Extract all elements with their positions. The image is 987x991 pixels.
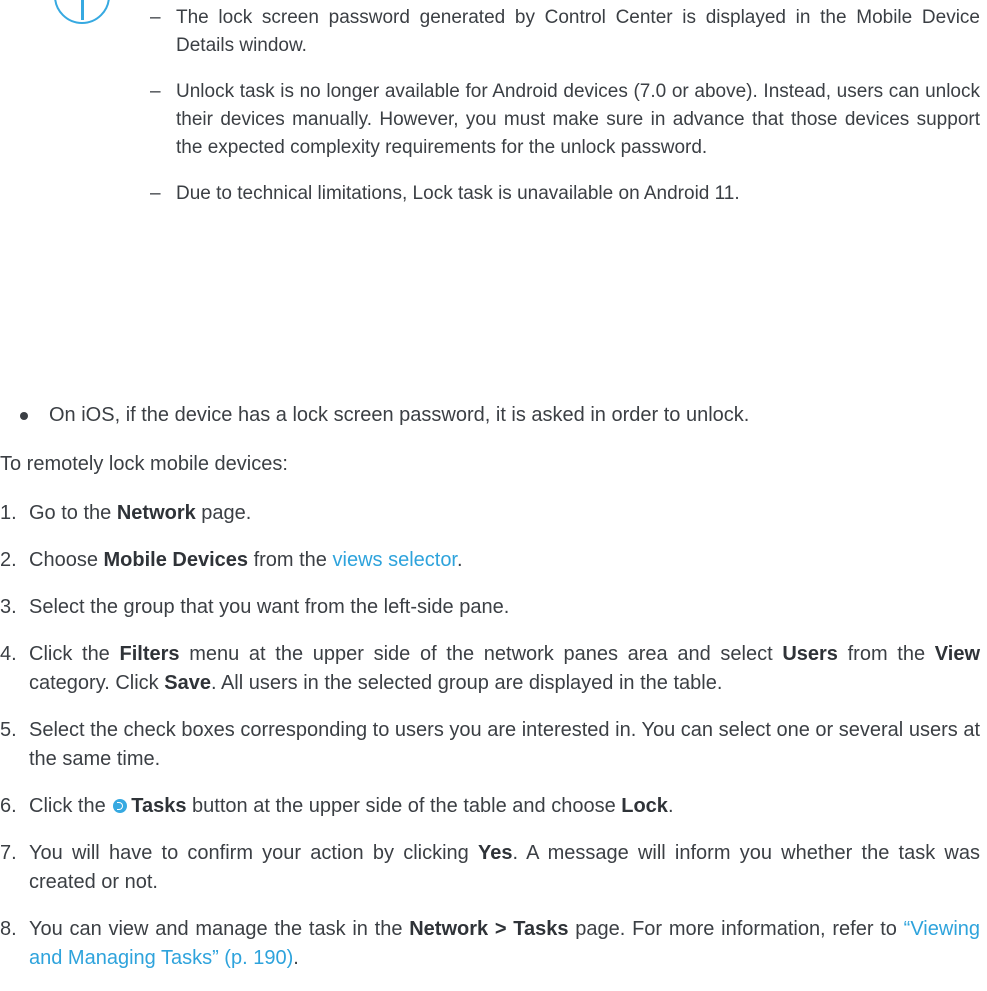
step-text: . (457, 549, 463, 571)
step-text: Click the (29, 643, 120, 665)
note-text: Due to technical limitations, Lock task … (176, 183, 740, 204)
step-7: 7. You will have to confirm your action … (0, 839, 980, 897)
ui-term-view: View (934, 643, 980, 665)
step-text: You can view and manage the task in the (29, 918, 410, 940)
step-text: Choose (29, 549, 104, 571)
step-8: 8. You can view and manage the task in t… (0, 915, 980, 973)
ui-term-network: Network (116, 502, 196, 524)
step-number: 3. (0, 596, 17, 618)
step-2: 2. Choose Mobile Devices from the views … (0, 546, 980, 575)
step-number: 2. (0, 549, 17, 571)
step-text: from the (837, 643, 935, 665)
ui-term-users: Users (782, 643, 838, 665)
procedure-intro: To remotely lock mobile devices: (0, 453, 288, 475)
ui-term-tasks: Tasks (131, 795, 187, 817)
step-3: 3. Select the group that you want from t… (0, 593, 980, 622)
note-item: – Unlock task is no longer available for… (150, 78, 980, 162)
ui-term-network-tasks: Network > Tasks (409, 918, 569, 940)
step-text: Select the group that you want from the … (29, 596, 510, 618)
step-6: 6. Click the Tasks button at the upper s… (0, 792, 980, 821)
step-number: 5. (0, 719, 17, 741)
step-text: button at the upper side of the table an… (186, 795, 622, 817)
note-item: – Due to technical limitations, Lock tas… (150, 180, 980, 208)
note-text: The lock screen password generated by Co… (176, 7, 980, 56)
step-number: 8. (0, 918, 17, 940)
bullet-dot (20, 412, 28, 420)
note-text: Unlock task is no longer available for A… (176, 81, 980, 158)
step-number: 7. (0, 842, 17, 864)
ui-term-mobile-devices: Mobile Devices (103, 549, 249, 571)
ui-term-lock: Lock (621, 795, 668, 817)
procedure-steps: 1. Go to the Network page. 2. Choose Mob… (0, 499, 980, 991)
step-number: 1. (0, 502, 17, 524)
step-text: . All users in the selected group are di… (210, 672, 723, 694)
dash-marker: – (150, 81, 161, 102)
step-text: . (667, 795, 674, 817)
step-text: from the (248, 549, 333, 571)
ui-term-yes: Yes (478, 842, 513, 864)
step-text: page. For more information, refer to (568, 918, 904, 940)
step-text: category. Click (29, 672, 165, 694)
step-text: page. (195, 502, 252, 524)
ui-term-save: Save (164, 672, 211, 694)
views-selector-link[interactable]: views selector (333, 549, 458, 571)
dash-marker: – (150, 183, 161, 204)
step-text: Select the check boxes corresponding to … (29, 719, 980, 770)
step-4: 4. Click the Filters menu at the upper s… (0, 640, 980, 698)
step-text: Go to the (29, 502, 117, 524)
step-text: . (293, 947, 299, 969)
step-text: menu at the upper side of the network pa… (179, 643, 783, 665)
step-number: 4. (0, 643, 17, 665)
step-1: 1. Go to the Network page. (0, 499, 980, 528)
tasks-icon (113, 799, 128, 813)
ui-term-filters: Filters (119, 643, 180, 665)
info-icon (54, 0, 110, 24)
step-number: 6. (0, 795, 17, 817)
dash-marker: – (150, 7, 161, 28)
step-5: 5. Select the check boxes corresponding … (0, 716, 980, 774)
step-text: Click the (29, 795, 112, 817)
note-item: – The lock screen password generated by … (150, 4, 980, 60)
note-list: – The lock screen password generated by … (150, 4, 980, 226)
bullet-text: On iOS, if the device has a lock screen … (49, 404, 750, 426)
step-text: You will have to confirm your action by … (29, 842, 478, 864)
